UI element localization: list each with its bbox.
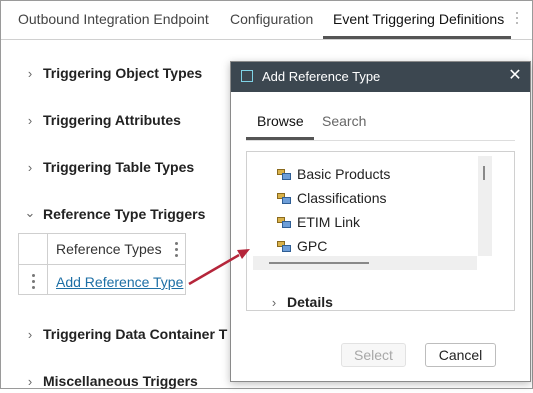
annotation-arrow <box>188 249 250 286</box>
